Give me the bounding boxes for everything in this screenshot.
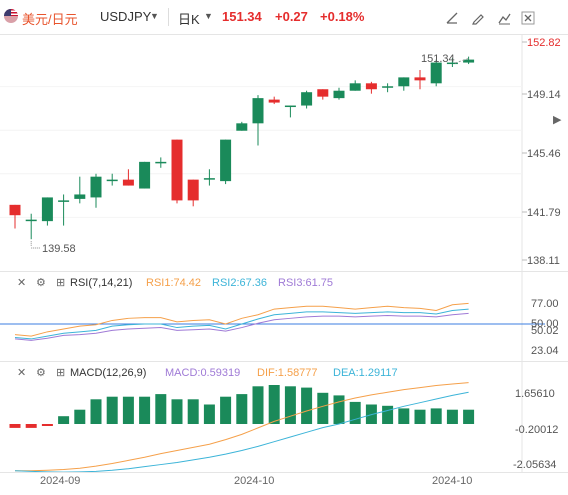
macd-histogram-bar — [187, 399, 199, 424]
candle-body — [430, 62, 442, 84]
candle-body — [139, 161, 151, 189]
price-axis-label: 141.79 — [527, 207, 561, 219]
macd-histogram-bar — [414, 409, 426, 424]
macd-value: MACD:0.59319 — [165, 367, 241, 379]
candle-body — [220, 139, 232, 182]
macd-histogram-bar — [220, 396, 232, 424]
macd-axis-label: -2.05634 — [513, 459, 557, 471]
rsi-divider — [0, 271, 568, 272]
rsi3-value: RSI3:61.75 — [278, 277, 334, 289]
macd-histogram-bar — [463, 409, 475, 424]
rsi-label: RSI(7,14,21) — [70, 277, 133, 289]
low-price-tag: 139.58 — [42, 243, 76, 255]
candle-body — [9, 204, 21, 216]
macd-histogram-bar — [317, 392, 329, 424]
last-price-tag: 151.34 — [421, 53, 455, 65]
candle-body — [398, 77, 410, 87]
xaxis-divider — [0, 472, 568, 473]
candle-body — [187, 179, 199, 201]
rsi1-value: RSI1:74.42 — [146, 277, 202, 289]
rsi-axis-label: 77.00 — [531, 298, 559, 310]
macd-histogram-bar — [139, 396, 151, 424]
candle-body — [236, 123, 248, 131]
macd-histogram-bar — [301, 387, 313, 424]
expand-icon[interactable]: ⊞ — [56, 276, 65, 289]
macd-histogram-bar — [122, 396, 134, 424]
candle-body — [90, 176, 102, 198]
candle-body — [301, 92, 313, 106]
candle-body — [25, 219, 37, 222]
candle-body — [317, 89, 329, 97]
macd-histogram-bar — [398, 408, 410, 424]
macd-histogram-bar — [268, 385, 280, 424]
close-indicator-icon[interactable]: ✕ — [17, 366, 26, 379]
x-axis-label: 2024-10 — [234, 475, 275, 487]
dif-value: DIF:1.58777 — [257, 367, 318, 379]
candle-body — [463, 59, 475, 63]
candle-body — [349, 83, 361, 91]
rsi-axis-label: 50.02 — [531, 325, 559, 337]
macd-histogram-bar — [58, 416, 70, 424]
candle-body — [171, 139, 183, 201]
macd-histogram-bar — [333, 395, 345, 424]
macd-label: MACD(12,26,9) — [70, 367, 147, 379]
price-axis-label: 152.82 — [527, 37, 561, 49]
price-axis-label: 145.46 — [527, 148, 561, 160]
macd-histogram-bar — [41, 424, 53, 426]
dea-value: DEA:1.29117 — [333, 367, 398, 379]
chart-canvas[interactable] — [0, 0, 568, 495]
candle-body — [252, 98, 264, 124]
candle-body — [268, 99, 280, 103]
x-axis-label: 2024-10 — [432, 475, 473, 487]
candle-body — [365, 83, 377, 90]
candle-body — [333, 90, 345, 99]
price-axis-label: 138.11 — [527, 255, 560, 267]
candle-body — [106, 179, 118, 182]
candle-body — [203, 178, 215, 180]
macd-histogram-bar — [171, 399, 183, 424]
macd-histogram-bar — [155, 394, 167, 424]
settings-icon[interactable]: ⚙ — [36, 366, 46, 379]
expand-icon[interactable]: ⊞ — [56, 366, 65, 379]
macd-histogram-bar — [430, 408, 442, 424]
macd-histogram-bar — [284, 386, 296, 424]
candle-body — [382, 86, 394, 88]
macd-histogram-bar — [106, 396, 118, 424]
collapse-panel-icon[interactable]: ▶ — [553, 113, 561, 126]
candle-body — [155, 161, 167, 164]
macd-histogram-bar — [382, 405, 394, 424]
settings-icon[interactable]: ⚙ — [36, 276, 46, 289]
macd-histogram-bar — [74, 409, 86, 424]
macd-histogram-bar — [9, 424, 21, 428]
price-axis-label: 149.14 — [527, 89, 561, 101]
x-axis-label: 2024-09 — [40, 475, 81, 487]
candle-body — [414, 77, 426, 81]
rsi-axis-label: 23.04 — [531, 345, 559, 357]
macd-histogram-bar — [252, 386, 264, 424]
macd-histogram-bar — [90, 399, 102, 424]
macd-histogram-bar — [236, 394, 248, 424]
macd-histogram-bar — [446, 409, 458, 424]
rsi3-line — [14, 312, 469, 341]
macd-histogram-bar — [25, 424, 37, 428]
candle-body — [74, 194, 86, 199]
candle-body — [41, 197, 53, 222]
candle-body — [58, 200, 70, 202]
macd-divider — [0, 361, 568, 362]
macd-axis-label: -0.20012 — [515, 424, 559, 436]
rsi2-value: RSI2:67.36 — [212, 277, 268, 289]
macd-histogram-bar — [203, 404, 215, 424]
candle-body — [284, 105, 296, 108]
close-indicator-icon[interactable]: ✕ — [17, 276, 26, 289]
macd-axis-label: 1.65610 — [515, 388, 555, 400]
candle-body — [122, 179, 134, 186]
